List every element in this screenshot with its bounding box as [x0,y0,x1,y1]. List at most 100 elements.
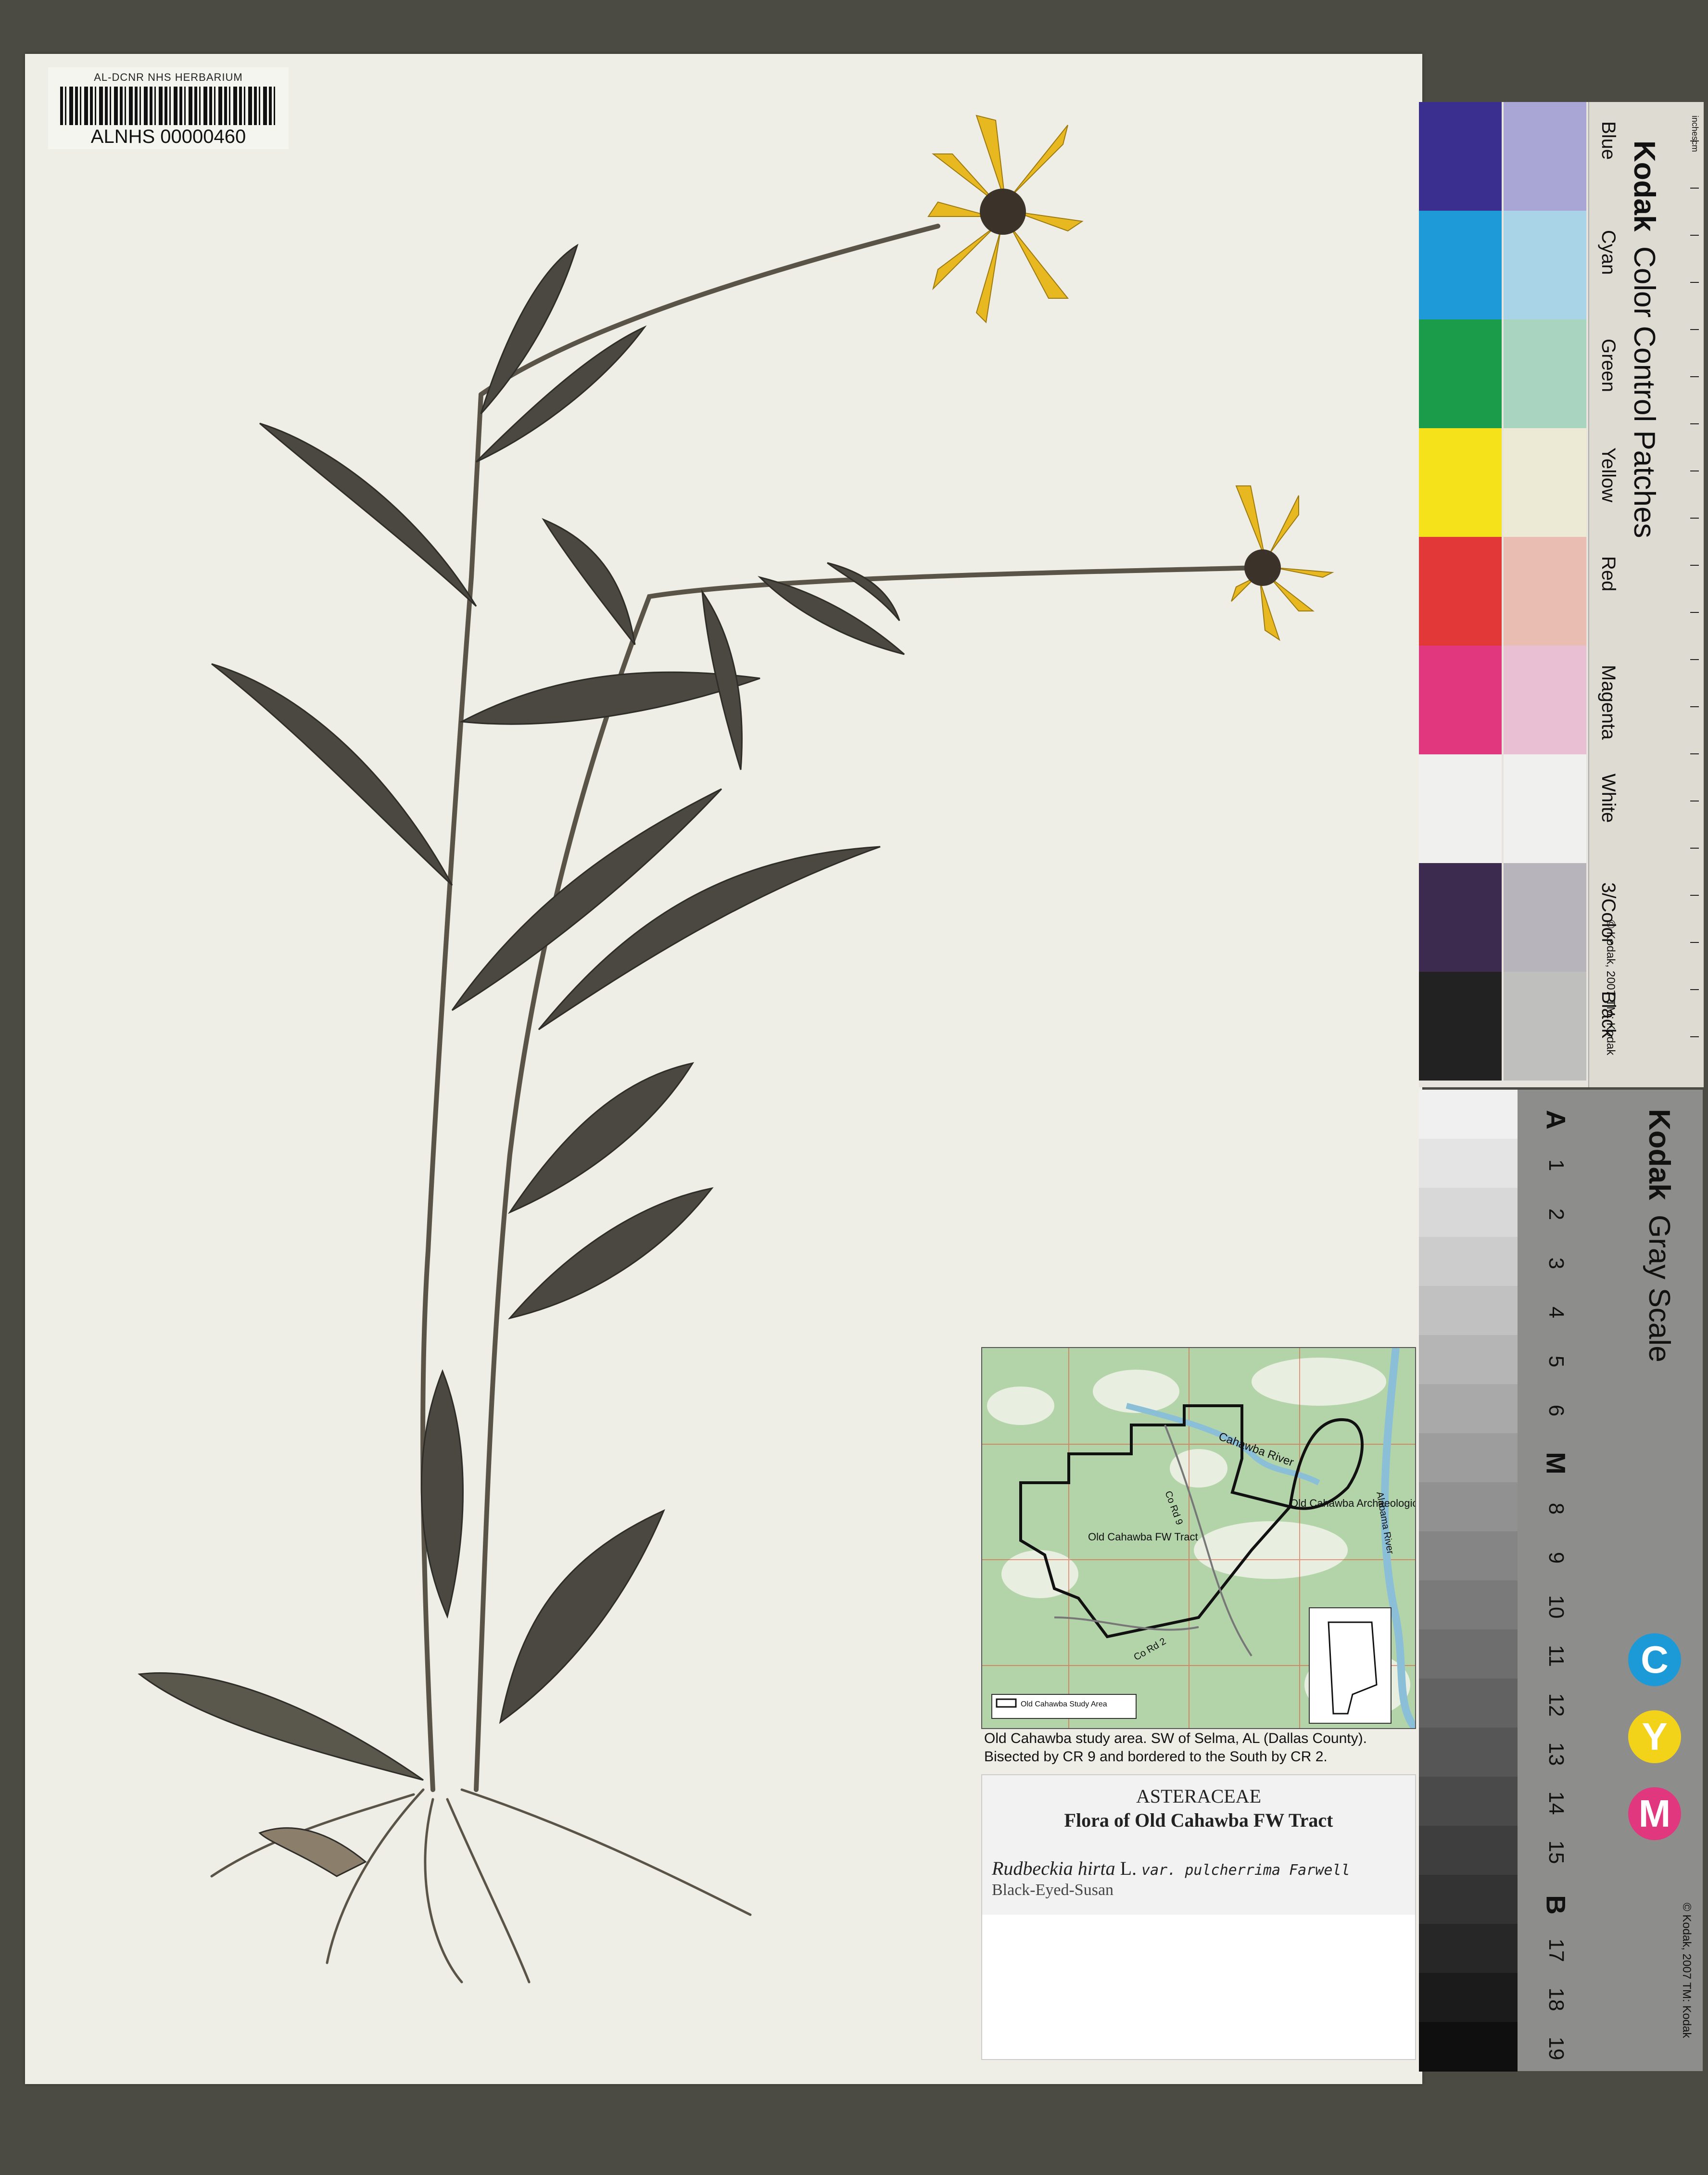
gray-step [1419,1139,1518,1188]
color-patch-6-b [1504,754,1586,863]
map-caption: Old Cahawba study area. SW of Selma, AL … [984,1730,1427,1766]
ruler-tick [1690,753,1699,754]
ruler-unit-inches: inches [1690,115,1700,141]
color-patch-5-b [1504,646,1586,754]
ruler-tick [1690,659,1699,660]
gray-step [1419,1679,1518,1728]
gray-step [1419,1826,1518,1875]
ruler-tick [1690,848,1699,849]
gray-card-title: Gray Scale [1643,1215,1676,1362]
ruler-tick [1690,423,1699,424]
gray-step [1419,1629,1518,1679]
patch-label: White [1598,774,1619,823]
gray-step [1419,1973,1518,2022]
gray-step-label: 19 [1544,2036,1568,2061]
color-patch-4-b [1504,537,1586,646]
ruler-tick [1690,282,1699,283]
gray-step-label: 4 [1544,1306,1568,1319]
map-legend-text: Old Cahawba Study Area [1021,1700,1107,1708]
map-label-site: Old Cahawba Archaeological Site [1290,1497,1415,1509]
patch-label: Green [1598,339,1619,393]
color-patch-1-b [1504,211,1586,319]
gray-step [1419,1384,1518,1434]
gray-step [1419,1482,1518,1532]
gray-step-label: 8 [1544,1502,1568,1515]
label-blank-area [982,1915,1415,2059]
map-label-tract: Old Cahawba FW Tract [1088,1531,1198,1543]
color-patch-6-a [1419,754,1502,863]
gray-step-label: 14 [1544,1791,1568,1815]
specimen-label: ASTERACEAE Flora of Old Cahawba FW Tract… [981,1774,1416,2060]
ruler-tick [1690,235,1699,236]
color-patch-0-a [1419,102,1502,211]
color-patch-3-b [1504,428,1586,537]
ruler-unit-cm: cm [1690,140,1700,152]
gray-step [1419,1433,1518,1483]
gray-step-label: 13 [1544,1742,1568,1766]
map-graphic: Cahawba River Old Cahawba Archaeological… [982,1348,1415,1728]
gray-step-label: A [1541,1110,1571,1130]
gray-step [1419,1188,1518,1237]
locality-map: Cahawba River Old Cahawba Archaeological… [981,1347,1416,1729]
gray-step [1419,2022,1518,2072]
patch-label: Red [1598,556,1619,592]
color-card-copyright: © Kodak, 2007 TM: Kodak [1604,920,1617,1056]
color-patch-2-a [1419,319,1502,428]
gray-step [1419,1924,1518,1973]
ruler-tick [1690,612,1699,613]
gray-step [1419,1875,1518,1924]
gray-card-side-strip: Kodak Gray Scale A 1 2 3 4 5 6 M 8 9 10 11 12 13 14 15 B… [1518,1090,1703,2071]
ruler-tick [1690,942,1699,943]
flora-title: Flora of Old Cahawba FW Tract [1064,1809,1333,1831]
common-name: Black-Eyed-Susan [992,1881,1114,1899]
gray-step-label: 15 [1544,1840,1568,1864]
gray-step [1419,1531,1518,1581]
ruler-tick [1690,895,1699,896]
patch-label: Magenta [1598,665,1619,740]
family-name: ASTERACEAE [1136,1785,1261,1807]
gray-step-label: 1 [1544,1159,1568,1171]
ruler-tick [1690,188,1699,189]
color-card-side-strip: Kodak Color Control Patches Blue Cyan Gree… [1588,102,1704,1087]
gray-step [1419,1237,1518,1286]
taxon-name: Rudbeckia hirta [992,1857,1115,1879]
gray-step [1419,1728,1518,1777]
ruler-tick [1690,518,1699,519]
gray-scale-card: Kodak Gray Scale A 1 2 3 4 5 6 M 8 9 10 11 12 13 14 15 B… [1419,1090,1703,2072]
flower-head-1 [927,114,1084,324]
ruler-tick [1690,376,1699,377]
taxon-line: Rudbeckia hirta L. var. pulcherrima Farw… [992,1857,1350,1880]
gray-step-label: 2 [1544,1208,1568,1221]
flower-head-2 [1231,485,1334,641]
gray-step-label: 3 [1544,1257,1568,1270]
ruler-tick [1690,565,1699,566]
cmy-yellow: Y [1628,1710,1681,1763]
gray-step-label: M [1541,1452,1571,1475]
patch-label: Cyan [1598,230,1619,275]
handwritten-annotation: var. pulcherrima Farwell [1141,1862,1350,1879]
gray-step-label: 10 [1544,1595,1568,1619]
color-patch-7-a [1419,863,1502,972]
kodak-brand-gray: Kodak [1643,1109,1676,1200]
map-caption-line-2: Bisected by CR 9 and bordered to the Sou… [984,1749,1328,1765]
cmy-cyan: C [1628,1633,1681,1686]
ruler-tick [1690,329,1699,330]
ruler-tick [1690,989,1699,990]
gray-step [1419,1286,1518,1336]
gray-card-copyright: © Kodak, 2007 TM: Kodak [1680,1903,1693,2038]
ruler-tick [1690,706,1699,707]
gray-step-label: B [1541,1895,1571,1915]
cmy-magenta: M [1628,1787,1681,1840]
gray-step [1419,1580,1518,1630]
color-patch-5-a [1419,646,1502,754]
gray-step-label: 11 [1544,1645,1568,1667]
color-card-title: Color Control Patches [1628,246,1661,538]
color-patch-0-b [1504,102,1586,211]
gray-step-label: 18 [1544,1987,1568,2011]
kodak-brand: Kodak [1628,140,1661,232]
color-patch-7-b [1504,863,1586,972]
ruler-tick [1690,1036,1699,1037]
color-patch-1-a [1419,211,1502,319]
gray-step-label: 12 [1544,1693,1568,1717]
ruler-tick [1690,140,1699,141]
